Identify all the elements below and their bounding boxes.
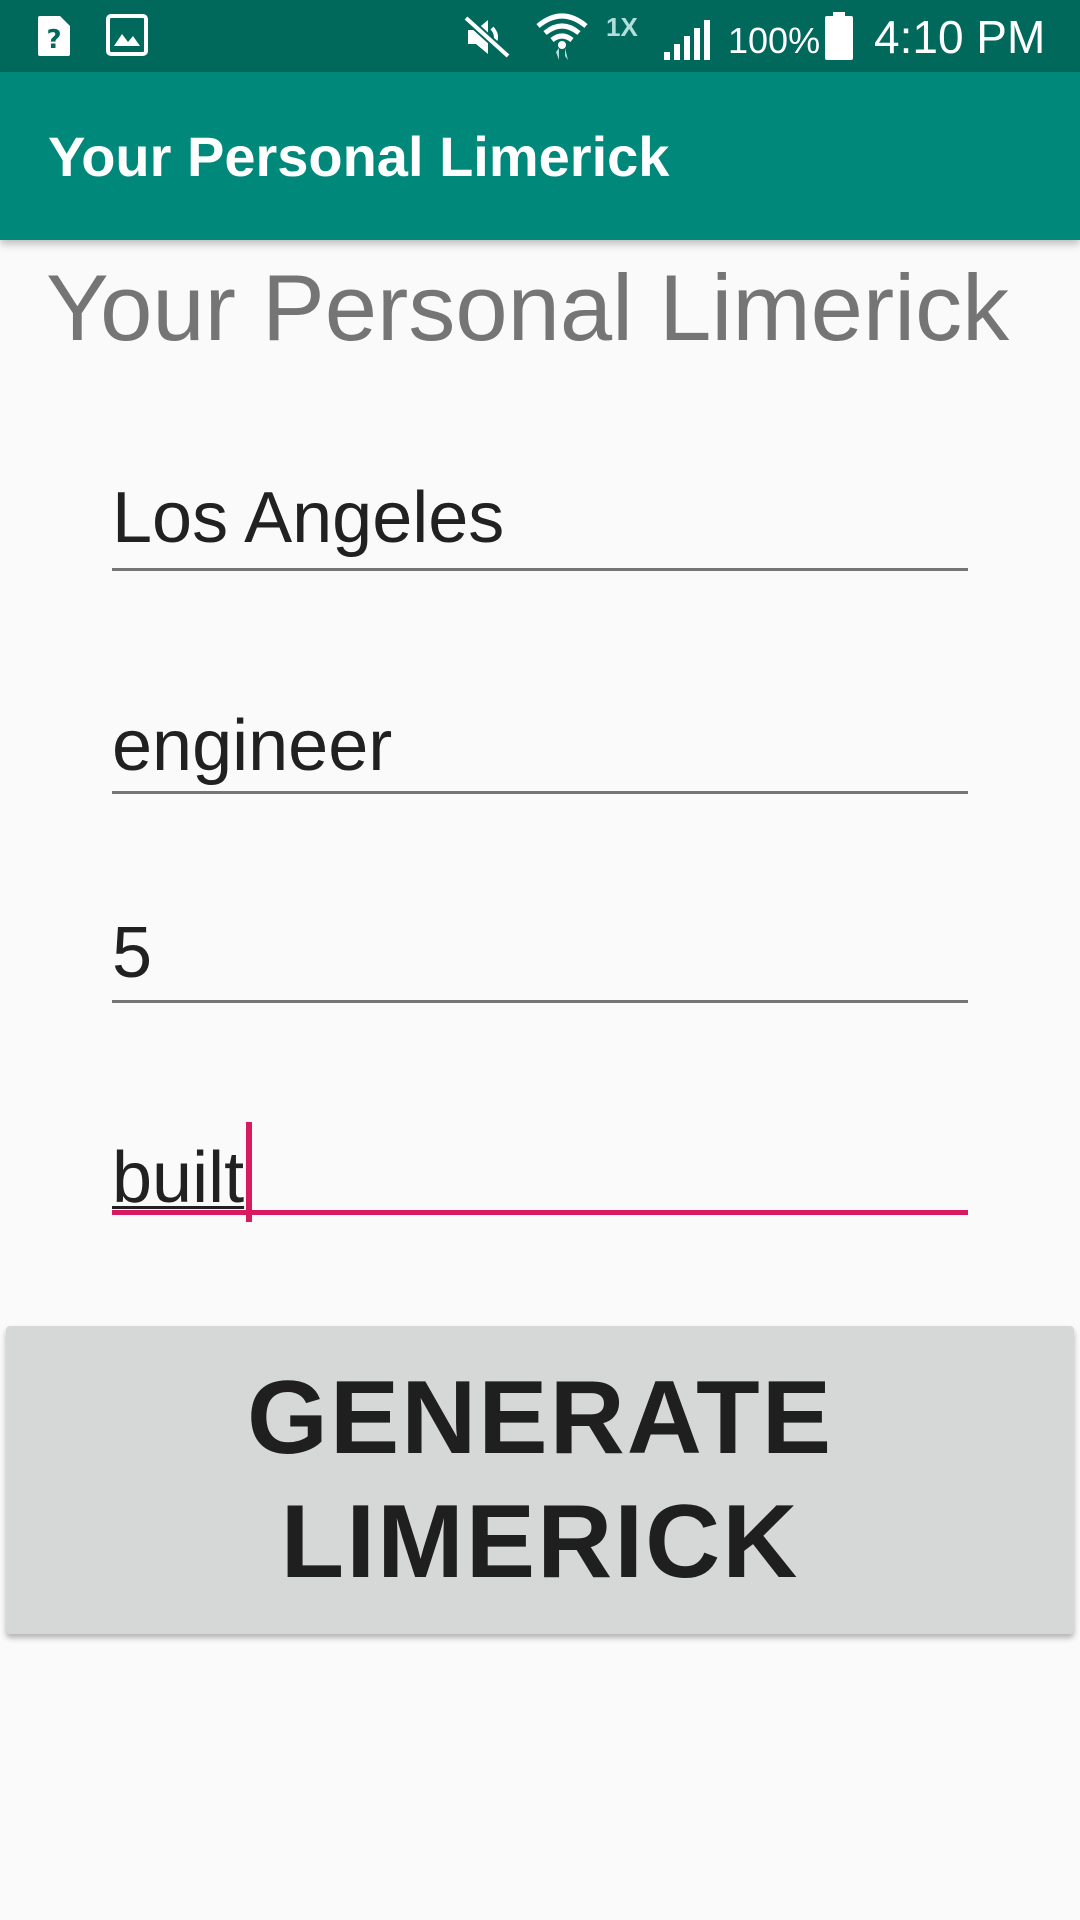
svg-text:?: ? <box>46 25 61 55</box>
verb-input[interactable]: built <box>112 1100 968 1222</box>
city-input-value: Los Angeles <box>112 478 505 558</box>
city-input[interactable]: Los Angeles <box>112 462 968 571</box>
generate-limerick-button-label: GENERATE LIMERICK <box>246 1360 834 1600</box>
mute-icon <box>462 14 512 65</box>
page-heading: Your Personal Limerick <box>46 255 1010 360</box>
number-input-value: 5 <box>112 913 153 993</box>
occupation-input[interactable]: engineer <box>112 686 968 794</box>
generate-limerick-button[interactable]: GENERATE LIMERICK <box>6 1326 1074 1634</box>
verb-input-text: built <box>112 1138 245 1218</box>
image-notification-icon <box>106 14 148 61</box>
status-time: 4:10 PM <box>874 11 1046 63</box>
number-input[interactable]: 5 <box>112 895 968 1003</box>
help-notification-icon: ? <box>36 14 72 63</box>
verb-input-value: built <box>112 1122 253 1222</box>
text-cursor <box>246 1122 253 1222</box>
battery-percent: 100% <box>728 20 821 61</box>
app-bar-title: Your Personal Limerick <box>48 125 670 188</box>
status-bar: ? 1X 100% 4:10 PM <box>0 0 1080 72</box>
occupation-input-value: engineer <box>112 706 393 786</box>
network-type-label: 1X <box>606 12 638 42</box>
battery-icon <box>824 12 854 65</box>
signal-icon <box>662 18 712 67</box>
wifi-icon <box>534 10 590 67</box>
app-bar: Your Personal Limerick <box>0 72 1080 240</box>
